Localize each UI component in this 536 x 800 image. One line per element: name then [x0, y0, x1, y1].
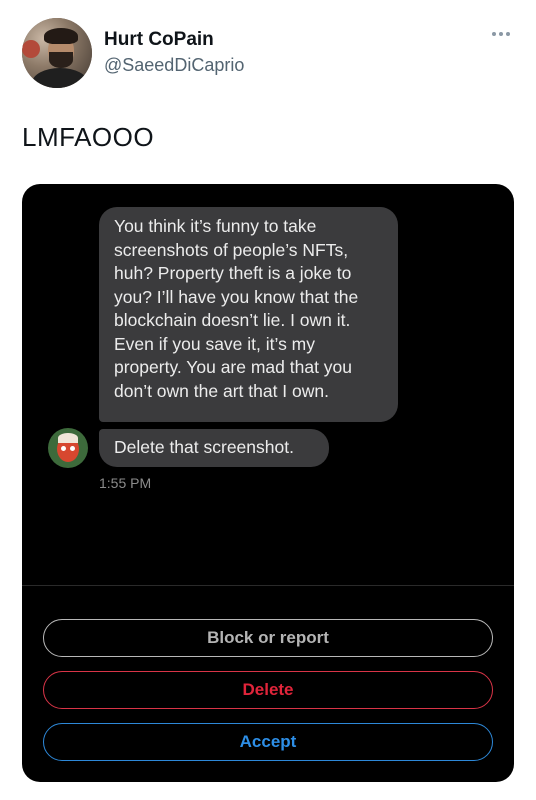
author-name[interactable]: Hurt CoPain	[104, 29, 214, 51]
delete-button[interactable]: Delete	[43, 671, 493, 709]
message-timestamp: 1:55 PM	[99, 475, 152, 491]
message-bubble: Delete that screenshot.	[99, 429, 329, 467]
sender-avatar	[48, 428, 88, 468]
block-or-report-button[interactable]: Block or report	[43, 619, 493, 657]
message-bubble: You think it’s funny to take screenshots…	[99, 207, 398, 422]
more-horizontal-icon[interactable]	[492, 32, 510, 36]
accept-button[interactable]: Accept	[43, 723, 493, 761]
attached-screenshot[interactable]: You think it’s funny to take screenshots…	[22, 184, 514, 782]
tweet-text: LMFAOOO	[22, 122, 155, 152]
author-avatar[interactable]	[22, 18, 92, 88]
author-handle[interactable]: @SaeedDiCaprio	[104, 55, 244, 76]
divider	[22, 585, 514, 586]
